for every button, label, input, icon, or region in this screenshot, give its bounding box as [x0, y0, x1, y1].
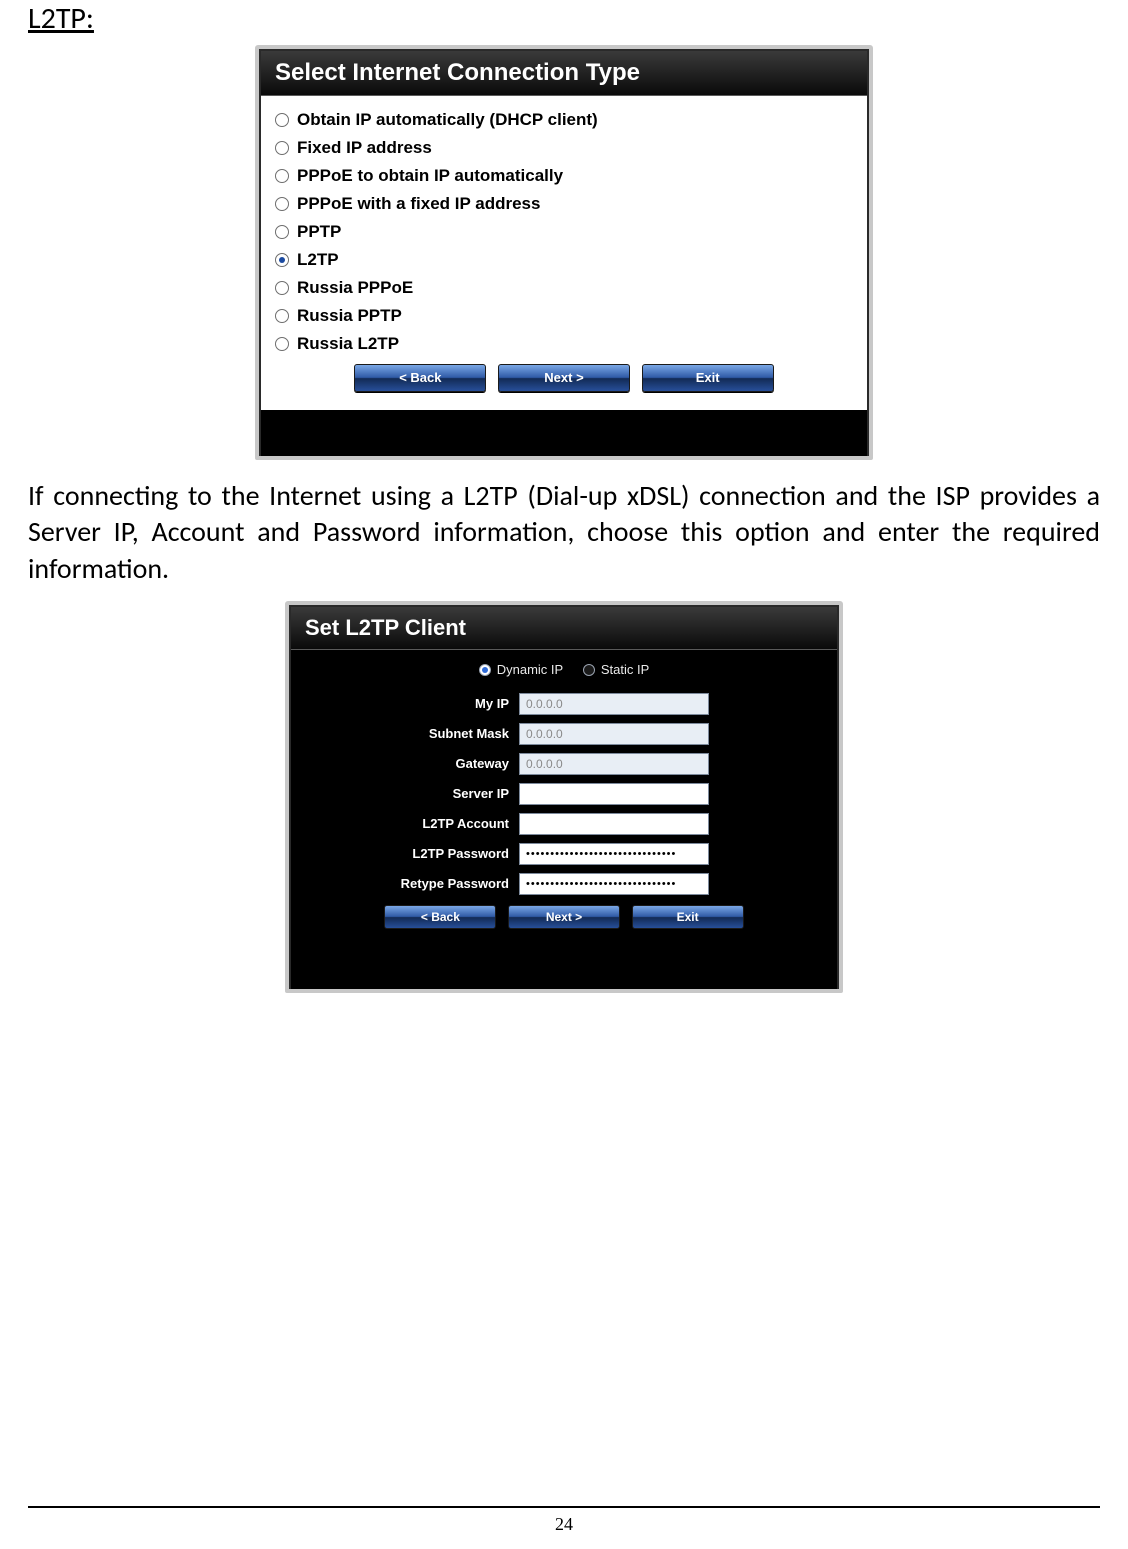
input-retype-password[interactable]: [519, 873, 709, 895]
radio-icon: [275, 141, 289, 155]
radio-icon: [275, 309, 289, 323]
panel-footer-gap: [261, 410, 867, 456]
radio-label: PPPoE to obtain IP automatically: [297, 166, 563, 186]
label-gateway: Gateway: [309, 756, 519, 771]
label-my-ip: My IP: [309, 696, 519, 711]
radio-icon: [275, 281, 289, 295]
exit-button[interactable]: Exit: [642, 364, 774, 392]
radio-icon: [479, 664, 491, 676]
label-retype-password: Retype Password: [309, 876, 519, 891]
radio-label: Fixed IP address: [297, 138, 432, 158]
radio-label: PPTP: [297, 222, 341, 242]
label-l2tp-account: L2TP Account: [309, 816, 519, 831]
radio-icon: [275, 169, 289, 183]
radio-option-pppoe-fixed[interactable]: PPPoE with a fixed IP address: [273, 190, 855, 218]
panel-title: Select Internet Connection Type: [261, 51, 867, 96]
radio-option-l2tp[interactable]: L2TP: [273, 246, 855, 274]
radio-icon: [275, 225, 289, 239]
radio-option-dhcp[interactable]: Obtain IP automatically (DHCP client): [273, 106, 855, 134]
radio-label: Russia L2TP: [297, 334, 399, 354]
back-button[interactable]: < Back: [354, 364, 486, 392]
radio-icon: [275, 113, 289, 127]
radio-option-static-ip[interactable]: Static IP: [583, 662, 649, 677]
radio-label: Russia PPPoE: [297, 278, 413, 298]
input-l2tp-password[interactable]: [519, 843, 709, 865]
input-my-ip[interactable]: [519, 693, 709, 715]
radio-label: Dynamic IP: [497, 662, 563, 677]
panel-title: Set L2TP Client: [291, 607, 837, 650]
next-button[interactable]: Next >: [508, 905, 620, 929]
radio-option-fixed-ip[interactable]: Fixed IP address: [273, 134, 855, 162]
exit-button[interactable]: Exit: [632, 905, 744, 929]
radio-option-russia-pptp[interactable]: Russia PPTP: [273, 302, 855, 330]
radio-icon: [275, 197, 289, 211]
ip-mode-radio-group: Dynamic IP Static IP: [309, 656, 819, 689]
panel-select-connection-type: Select Internet Connection Type Obtain I…: [255, 45, 873, 460]
input-l2tp-account[interactable]: [519, 813, 709, 835]
radio-label: Static IP: [601, 662, 649, 677]
radio-option-pptp[interactable]: PPTP: [273, 218, 855, 246]
radio-icon: [275, 253, 289, 267]
label-l2tp-password: L2TP Password: [309, 846, 519, 861]
radio-option-dynamic-ip[interactable]: Dynamic IP: [479, 662, 563, 677]
back-button[interactable]: < Back: [384, 905, 496, 929]
radio-option-russia-pppoe[interactable]: Russia PPPoE: [273, 274, 855, 302]
radio-icon: [583, 664, 595, 676]
label-subnet-mask: Subnet Mask: [309, 726, 519, 741]
section-heading: L2TP:: [28, 0, 1100, 37]
radio-option-russia-l2tp[interactable]: Russia L2TP: [273, 330, 855, 358]
radio-label: PPPoE with a fixed IP address: [297, 194, 540, 214]
panel-set-l2tp-client: Set L2TP Client Dynamic IP Static IP: [285, 601, 843, 993]
input-gateway[interactable]: [519, 753, 709, 775]
radio-label: Obtain IP automatically (DHCP client): [297, 110, 598, 130]
description-paragraph: If connecting to the Internet using a L2…: [28, 478, 1100, 587]
input-subnet-mask[interactable]: [519, 723, 709, 745]
connection-type-radio-group: Obtain IP automatically (DHCP client) Fi…: [273, 106, 855, 358]
label-server-ip: Server IP: [309, 786, 519, 801]
input-server-ip[interactable]: [519, 783, 709, 805]
radio-label: Russia PPTP: [297, 306, 402, 326]
panel-footer-gap: [291, 943, 837, 989]
next-button[interactable]: Next >: [498, 364, 630, 392]
page-number: 24: [28, 1508, 1100, 1535]
radio-label: L2TP: [297, 250, 339, 270]
radio-icon: [275, 337, 289, 351]
radio-option-pppoe-auto[interactable]: PPPoE to obtain IP automatically: [273, 162, 855, 190]
page-footer: 24: [28, 1506, 1100, 1535]
